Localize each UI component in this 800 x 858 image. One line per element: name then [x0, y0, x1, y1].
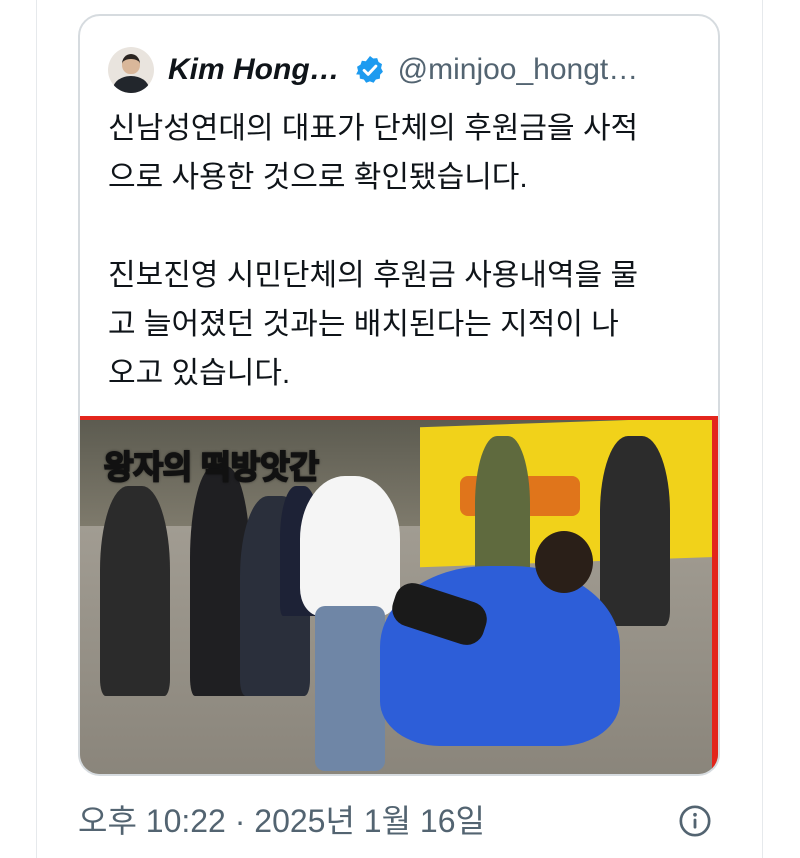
avatar[interactable] — [108, 47, 154, 93]
info-icon[interactable] — [678, 804, 712, 838]
timeline-left-border — [36, 0, 37, 858]
quoted-tweet-header: Kim Hong… @minjoo_hongt… — [108, 46, 638, 94]
quoted-tweet-card[interactable]: Kim Hong… @minjoo_hongt… 신남성연대의 대표가 단체의 … — [78, 14, 720, 776]
media-caption: 왕자의 떡방앗간 — [103, 448, 320, 486]
timeline-right-border — [762, 0, 763, 858]
author-name[interactable]: Kim Hong… — [168, 53, 340, 87]
tweet-timestamp[interactable]: 오후 10:22 · 2025년 1월 16일 — [78, 796, 485, 842]
quoted-tweet-media[interactable]: 왕자의 떡방앗간 — [80, 416, 718, 774]
verified-badge-icon — [355, 56, 383, 83]
quoted-tweet-text: 신남성연대의 대표가 단체의 후원금을 사적 으로 사용한 것으로 확인됐습니다… — [108, 112, 639, 390]
author-handle[interactable]: @minjoo_hongt… — [398, 53, 639, 87]
tweet-detail-view: Kim Hong… @minjoo_hongt… 신남성연대의 대표가 단체의 … — [0, 0, 800, 858]
